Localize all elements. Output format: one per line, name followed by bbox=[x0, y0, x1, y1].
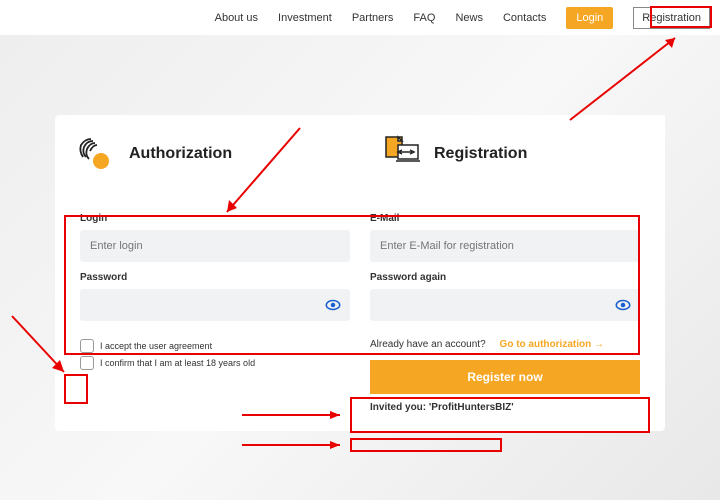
tab-reg-label: Registration bbox=[434, 145, 527, 163]
registration-card: Authorization Registration Login bbox=[55, 115, 665, 431]
age-check-item: I confirm that I am at least 18 years ol… bbox=[80, 356, 350, 370]
invited-by-text: Invited you: 'ProfitHuntersBIZ' bbox=[370, 402, 640, 413]
login-input[interactable] bbox=[80, 230, 350, 262]
top-nav: About us Investment Partners FAQ News Co… bbox=[0, 0, 720, 35]
go-authorization-link[interactable]: Go to authorization bbox=[500, 339, 592, 350]
password2-field-group: Password again bbox=[370, 272, 640, 321]
bottom-row: I accept the user agreement I confirm th… bbox=[55, 339, 665, 413]
login-label: Login bbox=[80, 213, 350, 224]
nav-investment[interactable]: Investment bbox=[278, 12, 332, 24]
agreement-label: I accept the user agreement bbox=[100, 341, 212, 351]
document-transfer-icon bbox=[380, 133, 422, 175]
age-checkbox[interactable] bbox=[80, 356, 94, 370]
registration-nav-button[interactable]: Registration bbox=[633, 7, 710, 29]
email-input[interactable] bbox=[370, 230, 640, 262]
nav-faq[interactable]: FAQ bbox=[413, 12, 435, 24]
fingerprint-icon bbox=[75, 133, 117, 175]
password2-label: Password again bbox=[370, 272, 640, 283]
agreement-check-item: I accept the user agreement bbox=[80, 339, 350, 353]
email-field-group: E-Mail bbox=[370, 213, 640, 262]
tab-auth-label: Authorization bbox=[129, 145, 232, 163]
password-label: Password bbox=[80, 272, 350, 283]
password-input[interactable] bbox=[80, 289, 350, 321]
form-grid: Login E-Mail Password Password again bbox=[55, 203, 665, 339]
arrow-right-icon: → bbox=[594, 339, 604, 350]
already-account: Already have an account? Go to authoriza… bbox=[370, 339, 640, 350]
login-field-group: Login bbox=[80, 213, 350, 262]
register-button[interactable]: Register now bbox=[370, 360, 640, 394]
checkbox-group: I accept the user agreement I confirm th… bbox=[80, 339, 350, 413]
password2-input[interactable] bbox=[370, 289, 640, 321]
login-button[interactable]: Login bbox=[566, 7, 613, 29]
eye-icon[interactable] bbox=[614, 296, 632, 314]
nav-contacts[interactable]: Contacts bbox=[503, 12, 546, 24]
age-label: I confirm that I am at least 18 years ol… bbox=[100, 358, 255, 368]
eye-icon[interactable] bbox=[324, 296, 342, 314]
already-text: Already have an account? bbox=[370, 339, 486, 350]
email-label: E-Mail bbox=[370, 213, 640, 224]
nav-about[interactable]: About us bbox=[215, 12, 258, 24]
right-column: Already have an account? Go to authoriza… bbox=[370, 339, 640, 413]
tab-authorization[interactable]: Authorization bbox=[55, 115, 360, 193]
tabs: Authorization Registration bbox=[55, 115, 665, 193]
nav-news[interactable]: News bbox=[455, 12, 483, 24]
password-field-group: Password bbox=[80, 272, 350, 321]
tab-registration[interactable]: Registration bbox=[360, 115, 665, 193]
agreement-checkbox[interactable] bbox=[80, 339, 94, 353]
nav-partners[interactable]: Partners bbox=[352, 12, 394, 24]
